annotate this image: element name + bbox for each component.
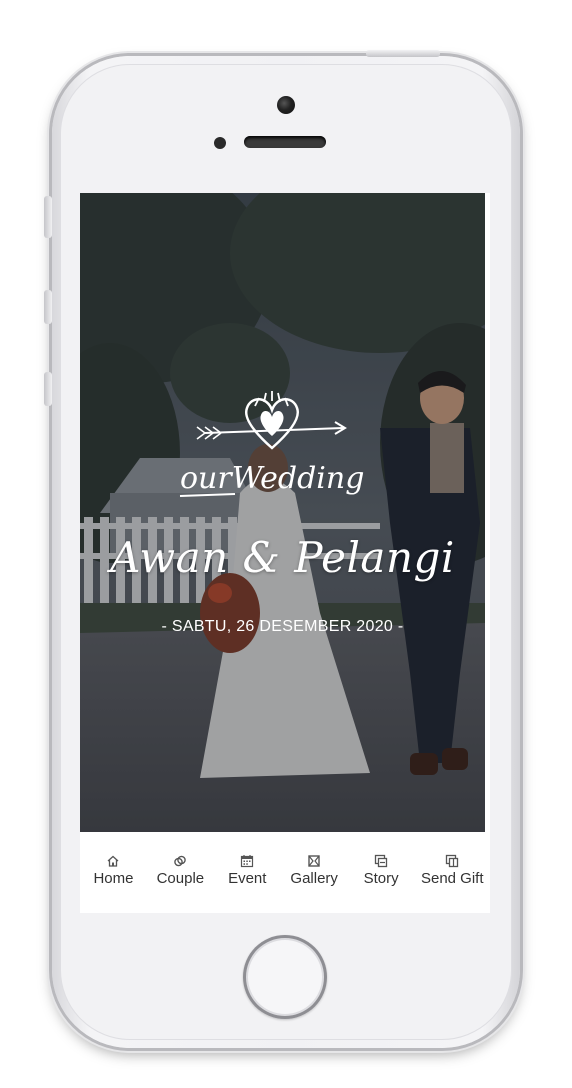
nav-item-event[interactable]: Event: [220, 854, 274, 887]
home-icon: [108, 855, 119, 867]
home-button[interactable]: [243, 935, 327, 1019]
gallery-icon: [308, 855, 320, 867]
rings-icon: [174, 855, 187, 867]
volume-down-button: [44, 372, 52, 406]
nav-label-send-gift: Send Gift: [420, 870, 484, 887]
nav-item-send-gift[interactable]: Send Gift: [421, 854, 484, 887]
couple-names: Awan & Pelangi: [110, 533, 455, 582]
svg-text:ourWedding: ourWedding: [180, 461, 364, 496]
nav-item-story[interactable]: Story: [354, 854, 408, 887]
wedding-date: - SABTU, 26 DESEMBER 2020 -: [161, 618, 404, 635]
nav-item-home[interactable]: Home: [86, 854, 140, 887]
power-button: [366, 50, 440, 57]
volume-up-button: [44, 290, 52, 324]
nav-label-couple: Couple: [156, 870, 205, 887]
nav-label-event: Event: [228, 870, 267, 887]
app-screen: ourWedding Awan & Pelangi - SABTU, 26 DE…: [80, 193, 490, 913]
wedding-logo: ourWedding: [179, 391, 364, 497]
mute-switch: [44, 196, 52, 238]
story-icon: [374, 854, 388, 868]
nav-item-gallery[interactable]: Gallery: [287, 854, 341, 887]
bottom-navigation: Home Couple Event Gallery Story Send Gif…: [80, 832, 490, 913]
nav-label-story: Story: [363, 870, 399, 887]
gift-icon: [446, 854, 459, 868]
nav-label-gallery: Gallery: [290, 870, 338, 887]
proximity-sensor: [214, 137, 226, 149]
front-camera: [277, 96, 295, 114]
nav-item-couple[interactable]: Couple: [153, 854, 207, 887]
hero-section: ourWedding Awan & Pelangi - SABTU, 26 DE…: [80, 193, 485, 832]
nav-label-home: Home: [93, 870, 134, 887]
earpiece-speaker: [244, 136, 326, 148]
calendar-icon: [241, 855, 254, 868]
